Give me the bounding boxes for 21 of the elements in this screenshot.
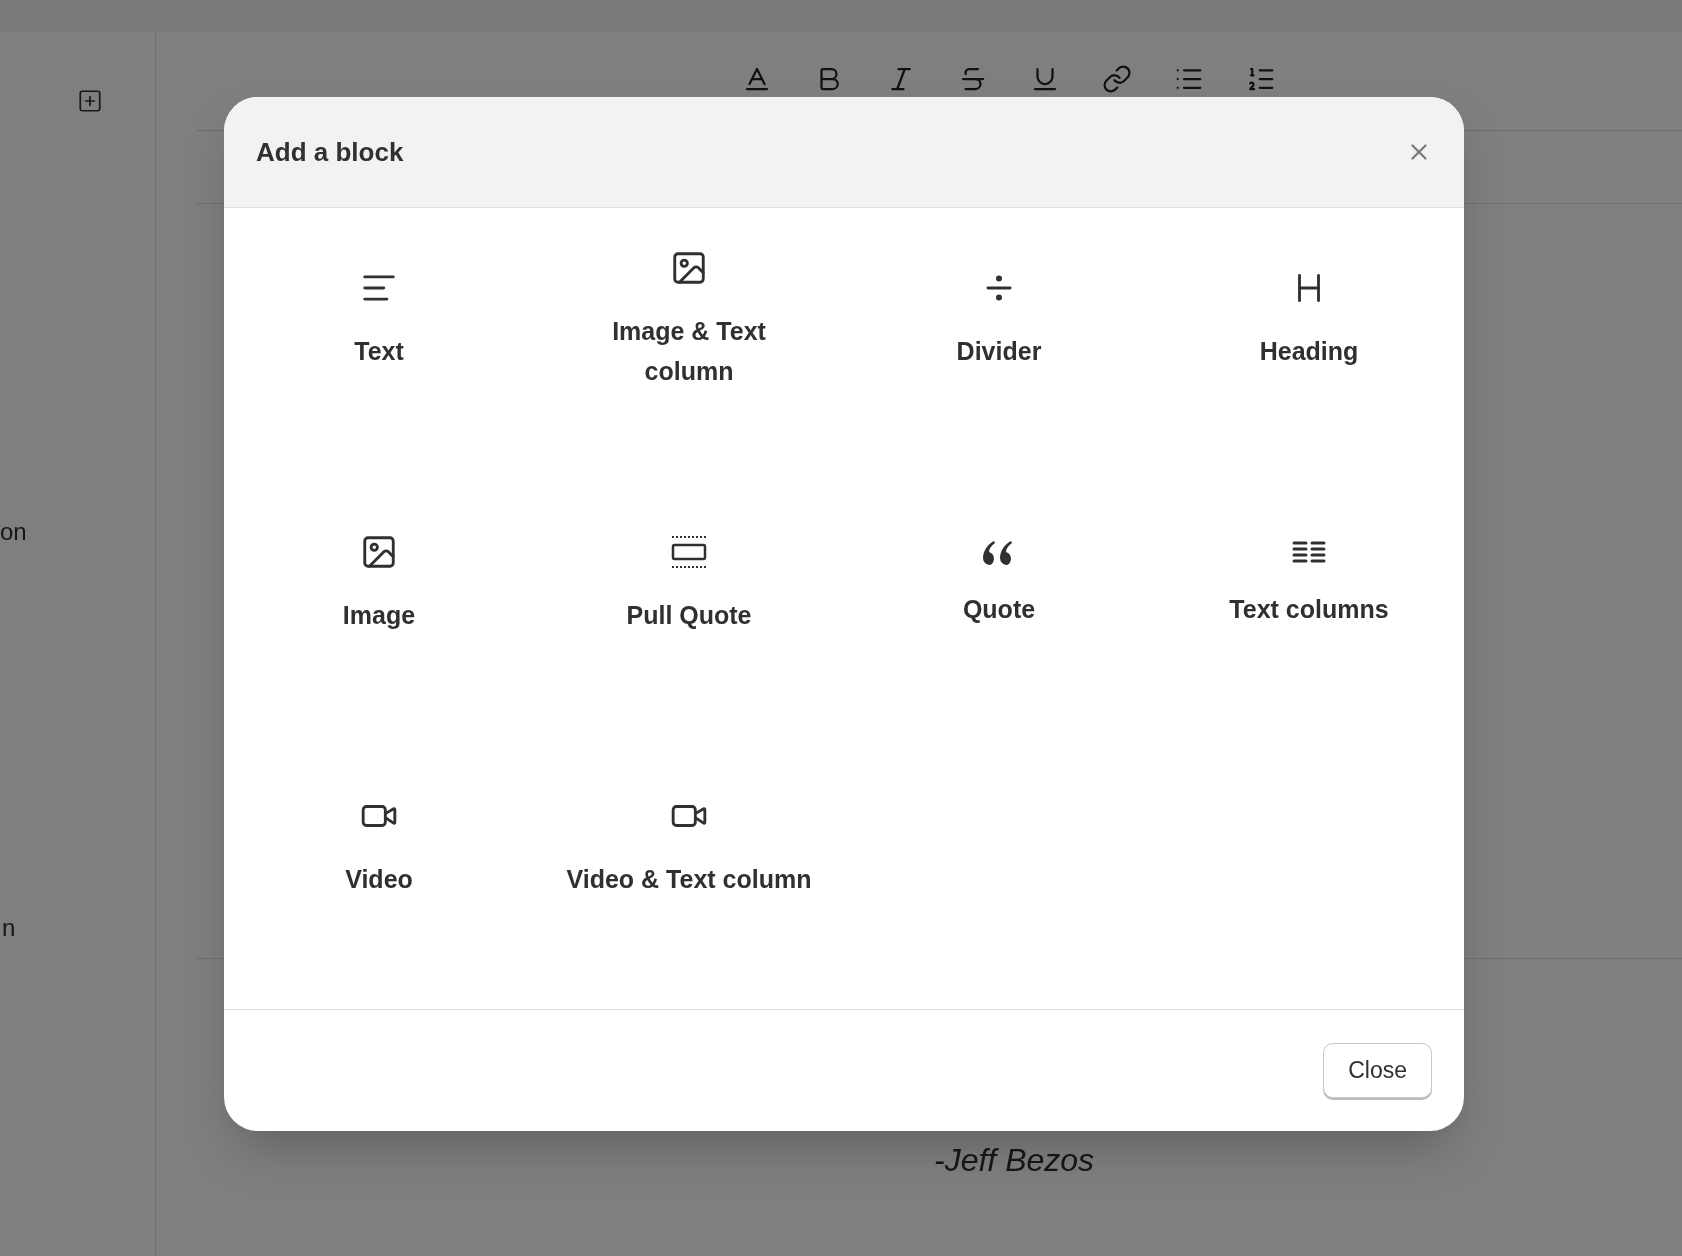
block-option[interactable]: Image & Text column bbox=[534, 220, 844, 420]
block-option[interactable]: Text columns bbox=[1154, 484, 1464, 684]
image-icon bbox=[360, 533, 398, 571]
sidebar-label: n bbox=[2, 913, 16, 943]
close-button[interactable]: Close bbox=[1323, 1043, 1432, 1098]
pull-quote-icon bbox=[670, 533, 708, 571]
text-columns-icon bbox=[1292, 539, 1326, 565]
block-option[interactable]: Quote bbox=[844, 484, 1154, 684]
block-option[interactable]: Pull Quote bbox=[534, 484, 844, 684]
link-icon[interactable] bbox=[1102, 64, 1132, 94]
quote-author: -Jeff Bezos bbox=[934, 1141, 1095, 1180]
dialog-title: Add a block bbox=[256, 135, 404, 169]
block-option[interactable]: Heading bbox=[1154, 220, 1464, 420]
block-option[interactable]: Text bbox=[224, 220, 534, 420]
image-icon bbox=[670, 249, 708, 287]
add-icon[interactable] bbox=[76, 88, 103, 114]
block-option[interactable]: Image bbox=[224, 484, 534, 684]
block-option[interactable]: Video bbox=[224, 748, 534, 948]
block-option[interactable]: Divider bbox=[844, 220, 1154, 420]
sidebar-label: on bbox=[0, 517, 27, 547]
block-option[interactable]: Video & Text column bbox=[534, 748, 844, 948]
